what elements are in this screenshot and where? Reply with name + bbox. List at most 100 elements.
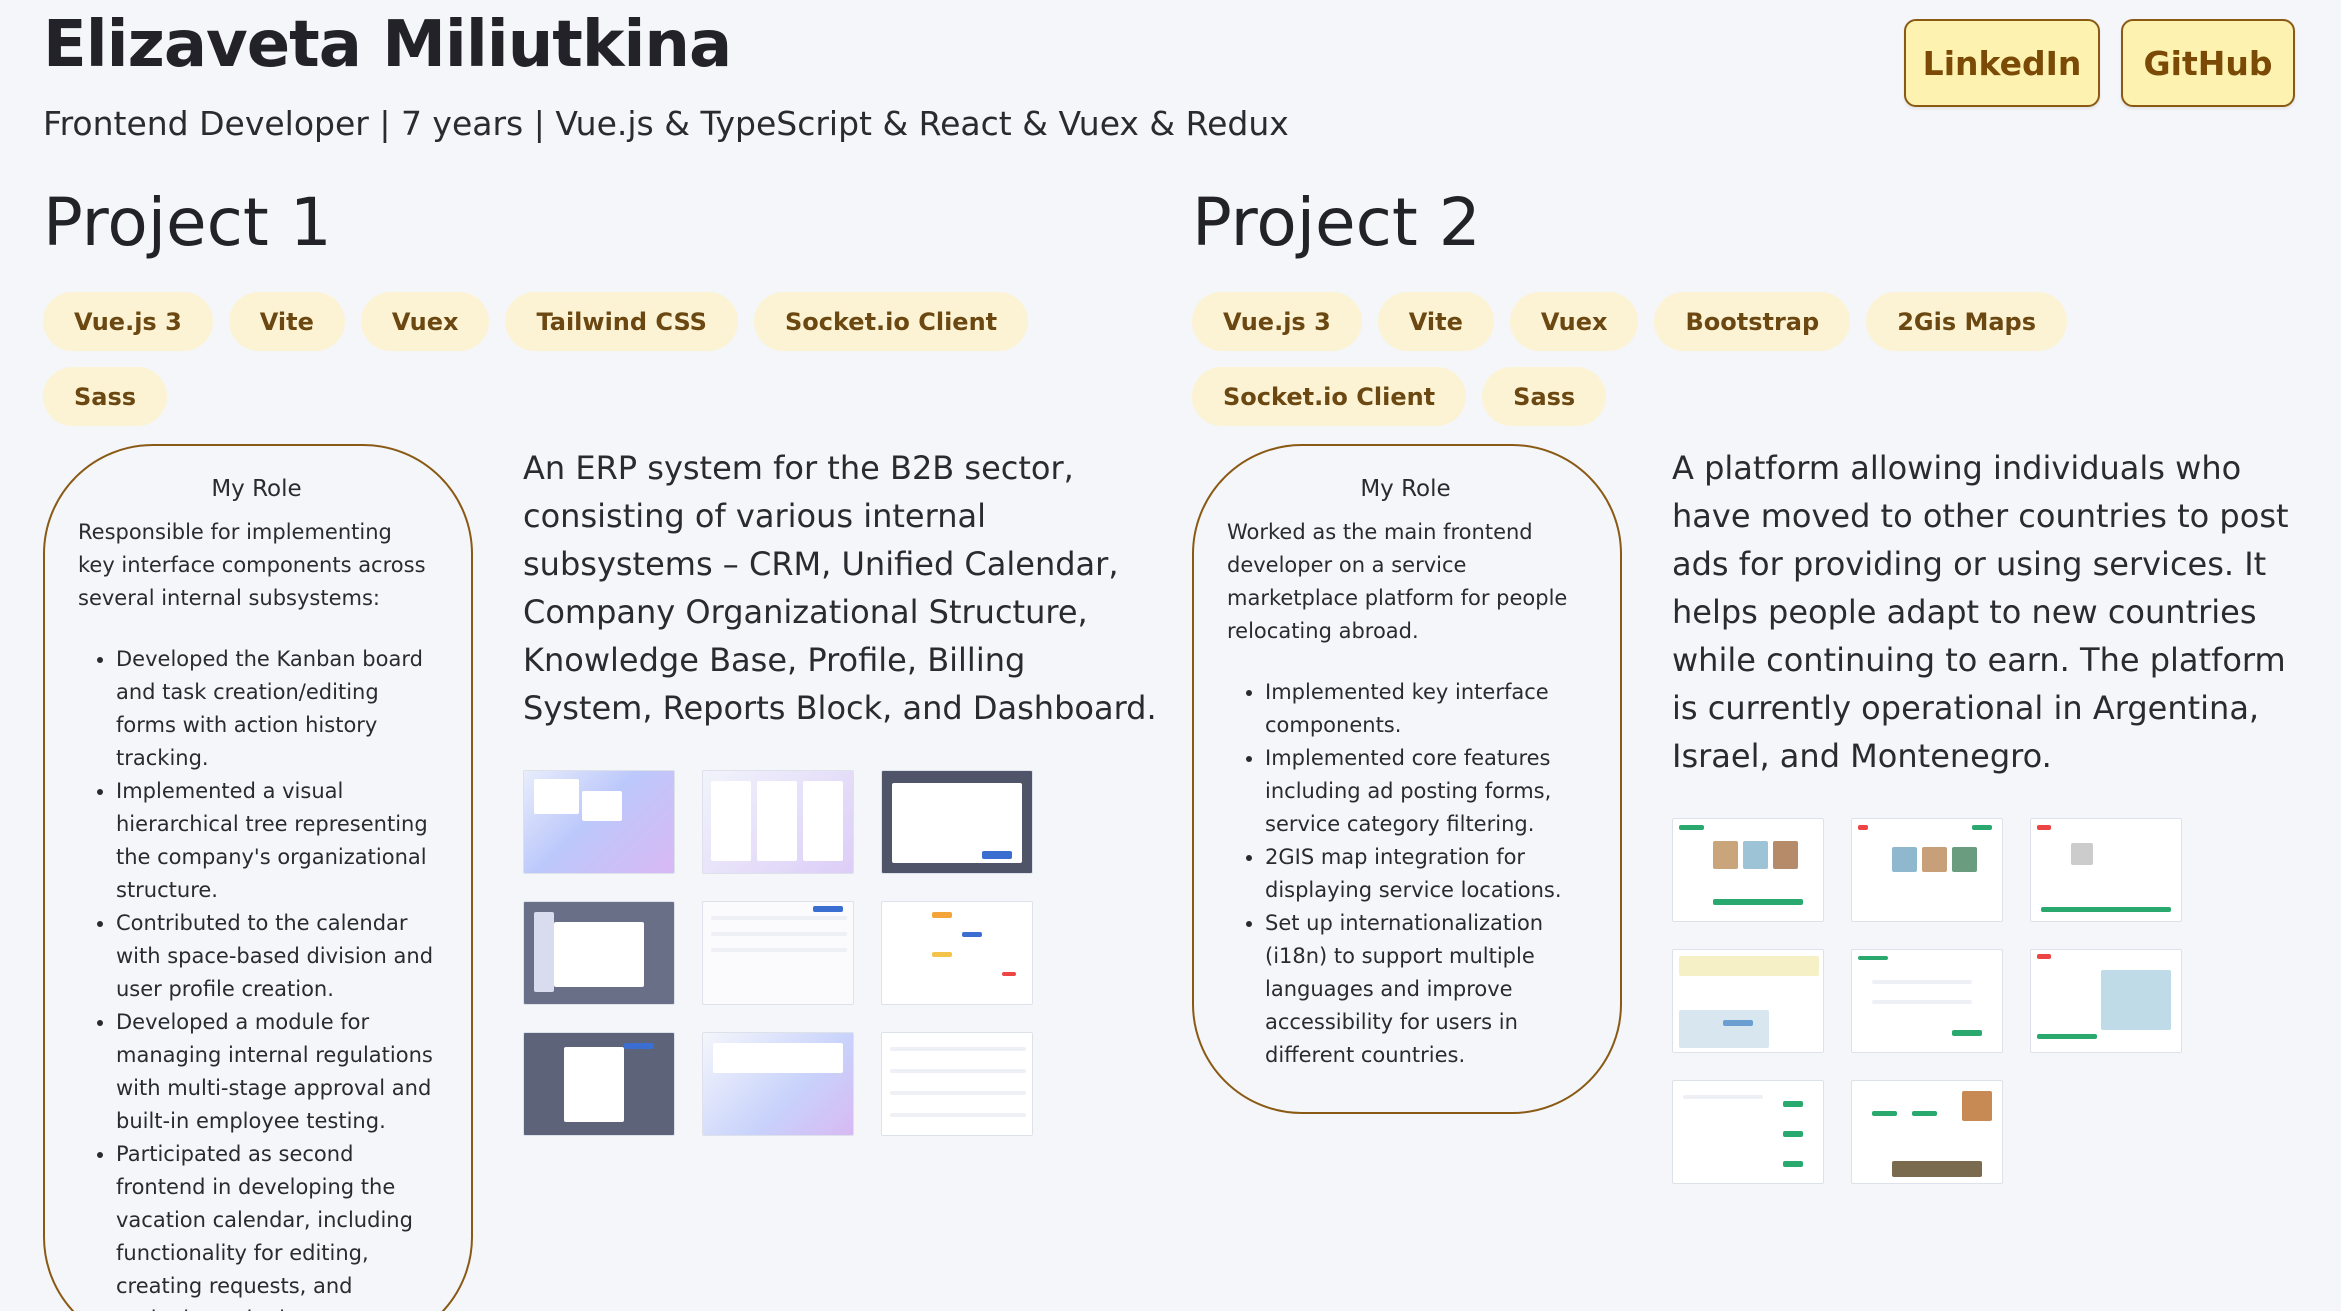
thumbnail-detail [890,1091,1026,1095]
tech-tag: Vite [228,292,345,351]
tech-tags: Vue.js 3 Vite Vuex Tailwind CSS Socket.i… [43,292,1163,426]
project-screenshot-thumbnail[interactable] [1672,818,1824,922]
project-title: Project 2 [1192,184,1481,261]
thumbnail-detail [711,916,847,920]
thumbnail-detail [1002,972,1016,976]
thumbnail-detail [564,1047,624,1122]
thumbnail-detail [1952,847,1977,872]
thumbnail-detail [1743,841,1768,869]
thumbnail-detail [1723,1020,1753,1026]
thumbnail-detail [2041,907,2171,912]
project-2-section: Project 2 Vue.js 3 Vite Vuex Bootstrap 2… [1192,180,2302,1184]
thumbnail-detail [932,952,952,957]
thumbnail-detail [1912,1111,1937,1116]
developer-name: Elizaveta Miliutkina [43,8,732,82]
role-card: My Role Worked as the main frontend deve… [1192,444,1622,1114]
thumbnail-detail [1858,825,1868,830]
project-screenshot-thumbnail[interactable] [881,901,1033,1005]
project-screenshot-thumbnail[interactable] [1672,949,1824,1053]
tech-tag: Tailwind CSS [505,292,738,351]
thumbnail-detail [757,781,797,861]
role-list-item: Implemented core features including ad p… [1265,742,1584,841]
thumbnail-detail [1952,1030,1982,1036]
developer-tagline: Frontend Developer | 7 years | Vue.js & … [43,104,1289,143]
thumbnail-detail [962,932,982,937]
project-screenshot-thumbnail[interactable] [1851,1080,2003,1184]
project-screenshot-thumbnail[interactable] [702,1032,854,1136]
thumbnail-detail [2071,843,2093,865]
project-screenshot-thumbnail[interactable] [523,1032,675,1136]
project-screenshot-thumbnail[interactable] [523,770,675,874]
thumbnail-detail [1892,1161,1982,1177]
thumbnail-detail [534,912,554,992]
project-screenshot-thumbnail[interactable] [1851,818,2003,922]
project-screenshot-thumbnail[interactable] [881,1032,1033,1136]
role-title: My Role [211,476,302,502]
thumbnail-detail [1679,1010,1769,1048]
thumbnail-detail [1713,899,1803,905]
thumbnail-detail [1713,841,1738,869]
project-screenshot-thumbnail[interactable] [702,901,854,1005]
thumbnail-detail [711,932,847,936]
thumbnail-detail [1783,1131,1803,1137]
role-list-item: 2GIS map integration for displaying serv… [1265,841,1584,907]
thumbnail-detail [1679,825,1704,830]
thumbnail-detail [1872,1000,1972,1004]
tech-tag: Vue.js 3 [43,292,213,351]
project-title: Project 1 [43,184,332,261]
role-list-item: Developed the Kanban board and task crea… [116,643,435,775]
thumbnail-detail [1892,847,1917,872]
role-list-item: Participated as second frontend in devel… [116,1138,435,1311]
portfolio-page: Elizaveta Miliutkina Frontend Developer … [0,0,2341,1311]
thumbnail-detail [932,912,952,918]
thumbnail-detail [711,948,847,952]
tech-tag: 2Gis Maps [1866,292,2067,351]
tech-tag: Bootstrap [1654,292,1851,351]
thumbnail-detail [2037,825,2051,830]
project-screenshot-thumbnail[interactable] [1851,949,2003,1053]
role-list-item: Developed a module for managing internal… [116,1006,435,1138]
project-screenshot-thumbnail[interactable] [881,770,1033,874]
role-intro: Worked as the main frontend developer on… [1227,520,1568,643]
tech-tag: Socket.io Client [1192,367,1467,426]
role-list-item: Implemented key interface components. [1265,676,1584,742]
thumbnail-detail [1872,1111,1897,1116]
tech-tag: Socket.io Client [753,292,1029,351]
thumbnail-detail [813,906,843,912]
thumbnail-detail [1679,956,1819,976]
project-screenshot-thumbnail[interactable] [523,901,675,1005]
screenshot-gallery [523,770,1163,1136]
role-title: My Role [1360,476,1451,502]
thumbnail-detail [2101,970,2171,1030]
thumbnail-detail [1773,841,1798,869]
thumbnail-detail [554,922,644,987]
role-list-item: Set up internationalization (i18n) to su… [1265,907,1584,1072]
tech-tag: Vite [1377,292,1494,351]
thumbnail-detail [890,1113,1026,1117]
linkedin-button[interactable]: LinkedIn [1904,19,2100,107]
github-button[interactable]: GitHub [2121,19,2295,107]
profile-links: LinkedIn GitHub [1904,19,2295,107]
thumbnail-detail [1972,825,1992,830]
thumbnail-detail [803,781,843,861]
project-description: A platform allowing individuals who have… [1672,449,2289,775]
thumbnail-detail [982,851,1012,859]
thumbnail-detail [890,1047,1026,1051]
project-screenshot-thumbnail[interactable] [1672,1080,1824,1184]
thumbnail-detail [1858,956,1888,960]
thumbnail-detail [2037,1034,2097,1039]
project-description: An ERP system for the B2B sector, consis… [523,449,1157,727]
thumbnail-detail [582,791,622,821]
role-list-item: Contributed to the calendar with space-b… [116,907,435,1006]
project-screenshot-thumbnail[interactable] [702,770,854,874]
screenshot-gallery [1672,818,2302,1184]
tech-tag: Vue.js 3 [1192,292,1362,351]
tech-tag: Sass [1482,367,1607,426]
project-screenshot-thumbnail[interactable] [2030,949,2182,1053]
role-intro: Responsible for implementing key interfa… [78,520,426,610]
thumbnail-detail [2037,954,2051,959]
tech-tag: Vuex [360,292,490,351]
thumbnail-detail [1683,1095,1763,1099]
project-screenshot-thumbnail[interactable] [2030,818,2182,922]
role-list: Implemented key interface components. Im… [1227,676,1584,1072]
